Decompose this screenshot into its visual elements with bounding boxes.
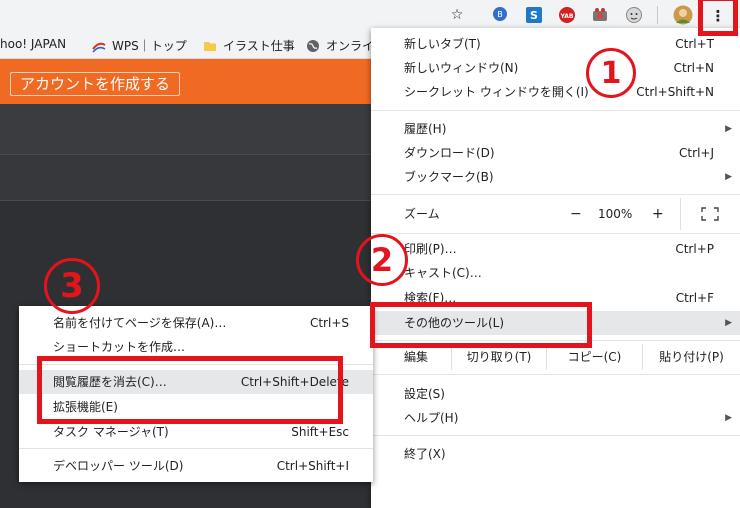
chevron-right-icon: ▶ xyxy=(725,413,732,423)
menu-item-shortcut: Ctrl+J xyxy=(679,146,714,160)
menu-item-settings[interactable]: 設定(S) xyxy=(371,382,740,406)
extension-s-icon[interactable]: S xyxy=(523,4,545,26)
menu-item-label: キャスト(C)… xyxy=(404,266,482,280)
bookmark-label: hoo! JAPAN xyxy=(0,37,67,51)
zoom-divider xyxy=(680,198,681,230)
menu-item-label: 履歴(H) xyxy=(404,122,447,136)
menu-item-label: 新しいタブ(T) xyxy=(404,37,481,51)
menu-separator xyxy=(371,194,740,195)
extension-hatena-icon[interactable]: B xyxy=(489,4,511,26)
annotation-step-2: 2 xyxy=(356,234,408,286)
svg-text:S: S xyxy=(530,9,538,22)
fullscreen-icon[interactable] xyxy=(701,198,719,233)
annotation-step-3: 3 xyxy=(44,258,100,314)
bookmark-label: オンライ xyxy=(326,39,375,53)
zoom-label: ズーム xyxy=(404,207,440,221)
menu-item-downloads[interactable]: ダウンロード(D) Ctrl+J xyxy=(371,141,740,165)
wps-icon xyxy=(92,42,106,53)
menu-item-cast[interactable]: キャスト(C)… xyxy=(371,261,740,285)
menu-item-bookmarks[interactable]: ブックマーク(B) ▶ xyxy=(371,165,740,189)
menu-separator xyxy=(371,110,740,111)
folder-icon xyxy=(204,41,216,51)
toolbar-divider xyxy=(657,6,658,24)
annotation-box-extensions xyxy=(37,356,343,424)
chevron-right-icon: ▶ xyxy=(725,172,732,182)
menu-item-shortcut: Ctrl+P xyxy=(675,242,714,256)
menu-separator xyxy=(19,448,373,449)
bookmark-illust[interactable]: イラスト仕事 xyxy=(203,37,295,54)
annotation-step-1: 1 xyxy=(586,48,636,98)
svg-text:YAB: YAB xyxy=(560,13,574,20)
extension-face-icon[interactable] xyxy=(623,4,645,26)
menu-item-label: 印刷(P)… xyxy=(404,242,457,256)
menu-item-label: シークレット ウィンドウを開く(I) xyxy=(404,85,589,99)
menu-item-help[interactable]: ヘルプ(H) ▶ xyxy=(371,406,740,430)
menu-item-label: ヘルプ(H) xyxy=(404,411,459,425)
menu-item-shortcut: Ctrl+N xyxy=(673,61,714,75)
menu-item-label: ダウンロード(D) xyxy=(404,146,495,160)
svg-text:B: B xyxy=(497,10,503,19)
zoom-in-button[interactable]: + xyxy=(652,198,664,230)
menu-item-exit[interactable]: 終了(X) xyxy=(371,442,740,466)
menu-item-history[interactable]: 履歴(H) ▶ xyxy=(371,117,740,141)
submenu-item-shortcut: Ctrl+S xyxy=(309,316,349,330)
annotation-box-more-tools xyxy=(370,302,592,348)
menu-zoom-row: ズーム − 100% + xyxy=(371,198,740,230)
submenu-item-label: デベロッパー ツール(D) xyxy=(53,459,184,473)
extension-camera-icon[interactable] xyxy=(589,4,611,26)
submenu-item-shortcut: Ctrl+Shift+I xyxy=(276,459,349,473)
paste-button[interactable]: 貼り付け(P) xyxy=(642,344,740,370)
annotation-box-menu-button xyxy=(698,0,738,36)
create-account-button[interactable]: アカウントを作成する xyxy=(10,72,181,96)
globe-icon xyxy=(307,39,319,52)
menu-item-shortcut: Ctrl+Shift+N xyxy=(636,85,714,99)
chrome-main-menu: 新しいタブ(T) Ctrl+T 新しいウィンドウ(N) Ctrl+N シークレッ… xyxy=(371,28,740,508)
menu-item-label: 新しいウィンドウ(N) xyxy=(404,61,519,75)
submenu-item-dev-tools[interactable]: デベロッパー ツール(D) Ctrl+Shift+I xyxy=(19,454,373,478)
menu-separator xyxy=(371,233,740,234)
chevron-right-icon: ▶ xyxy=(725,318,732,328)
star-icon[interactable]: ☆ xyxy=(446,4,468,26)
profile-avatar[interactable] xyxy=(672,4,694,26)
browser-toolbar: ☆ B S YAB ⋮ xyxy=(0,0,740,30)
menu-item-new-tab[interactable]: 新しいタブ(T) Ctrl+T xyxy=(371,32,740,56)
submenu-item-label: 名前を付けてページを保存(A)… xyxy=(53,316,227,330)
menu-item-print[interactable]: 印刷(P)… Ctrl+P xyxy=(371,237,740,261)
zoom-out-button[interactable]: − xyxy=(570,198,582,230)
menu-separator xyxy=(371,435,740,436)
menu-item-incognito[interactable]: シークレット ウィンドウを開く(I) Ctrl+Shift+N xyxy=(371,80,740,104)
zoom-level: 100% xyxy=(598,207,633,221)
bookmark-wps[interactable]: WPS｜トップ xyxy=(92,37,187,54)
menu-item-label: 終了(X) xyxy=(404,447,446,461)
menu-item-label: ブックマーク(B) xyxy=(404,170,494,184)
bookmark-label: イラスト仕事 xyxy=(223,39,295,53)
menu-item-label: 設定(S) xyxy=(404,387,445,401)
menu-item-shortcut: Ctrl+F xyxy=(675,291,714,305)
menu-separator xyxy=(371,374,740,375)
bookmark-online[interactable]: オンライ xyxy=(306,37,374,54)
bookmark-yahoo[interactable]: hoo! JAPAN xyxy=(0,37,66,51)
bookmark-label: WPS｜トップ xyxy=(112,39,187,53)
menu-item-new-window[interactable]: 新しいウィンドウ(N) Ctrl+N xyxy=(371,56,740,80)
submenu-item-save-page[interactable]: 名前を付けてページを保存(A)… Ctrl+S xyxy=(19,311,373,335)
chevron-right-icon: ▶ xyxy=(725,124,732,134)
extension-yab-icon[interactable]: YAB xyxy=(556,4,578,26)
